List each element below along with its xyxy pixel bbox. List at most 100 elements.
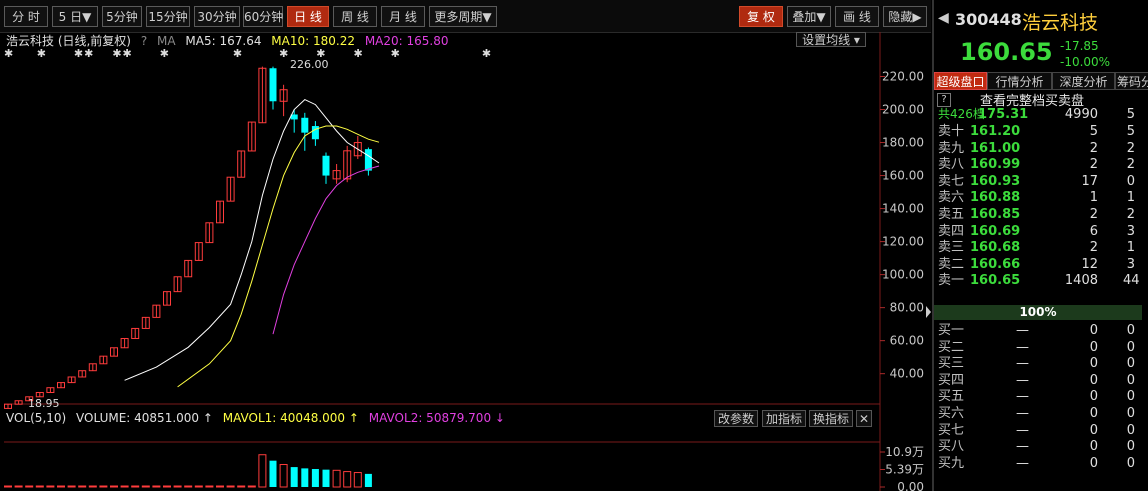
volume-bar xyxy=(216,485,224,488)
ask-row[interactable]: 卖五 160.85 2 2 xyxy=(938,206,1143,223)
volume-bar xyxy=(57,485,65,488)
bid-row[interactable]: 买九 — 0 0 xyxy=(938,455,1143,472)
period-button-1[interactable]: 5 日▼ xyxy=(52,6,98,27)
star-markers: ✱ ✱ ✱✱ ✱✱ ✱ ✱ ✱ ✱ ✱ ✱ ✱ xyxy=(4,47,493,60)
bid-price: — xyxy=(1016,339,1029,355)
ask-vol: 2 xyxy=(1089,240,1098,256)
add-indicator-button[interactable]: 加指标 xyxy=(762,410,806,427)
mavol1-value: MAVOL1: 40048.000 ↑ xyxy=(222,411,359,425)
ma-line-ma20 xyxy=(272,165,380,335)
ask-row[interactable]: 卖八 160.99 2 2 xyxy=(938,156,1143,173)
bid-row[interactable]: 买七 — 0 0 xyxy=(938,422,1143,439)
bid-row[interactable]: 买一 — 0 0 xyxy=(938,322,1143,339)
total-ext: 5 xyxy=(1126,107,1135,122)
ask-price: 160.93 xyxy=(970,173,1021,189)
ask-vol: 6 xyxy=(1089,223,1098,239)
ask-row[interactable]: 卖六 160.88 1 1 xyxy=(938,189,1143,206)
bid-row[interactable]: 买五 — 0 0 xyxy=(938,388,1143,405)
bid-row[interactable]: 买二 — 0 0 xyxy=(938,339,1143,356)
candle-body xyxy=(364,149,372,171)
ma-line-ma10 xyxy=(177,125,380,388)
candle-body xyxy=(269,68,277,102)
bid-label: 买一 xyxy=(938,323,965,338)
tool-button-0[interactable]: 复 权 xyxy=(739,6,783,27)
ask-ext: 0 xyxy=(1126,173,1135,189)
y-tick-label: 140.00 xyxy=(882,202,924,216)
set-ma-button[interactable]: 设置均线 ▾ xyxy=(796,32,866,47)
volume-bar xyxy=(78,485,87,488)
period-button-8[interactable]: 月 线 xyxy=(381,6,425,27)
bid-ext: 0 xyxy=(1126,323,1135,338)
period-button-5[interactable]: 60分钟 xyxy=(243,6,283,27)
ask-ext: 2 xyxy=(1126,140,1135,156)
volume-bar xyxy=(247,485,256,488)
vol-tick-label: 10.9万 xyxy=(885,445,924,459)
period-button-6[interactable]: 日 线 xyxy=(287,6,329,27)
bid-vol: 0 xyxy=(1089,439,1098,455)
ask-label: 卖七 xyxy=(938,173,965,189)
quote-tab-0[interactable]: 超级盘口 xyxy=(934,72,987,90)
volume-bar xyxy=(131,485,140,488)
bid-row[interactable]: 买六 — 0 0 xyxy=(938,405,1143,422)
y-tick-label: 60.00 xyxy=(890,334,924,348)
ma-label: MA xyxy=(157,34,176,48)
change-pct: -10.00% xyxy=(1060,55,1111,69)
ask-row[interactable]: 卖三 160.68 2 1 xyxy=(938,239,1143,256)
volume-bar xyxy=(88,485,97,488)
switch-indicator-button[interactable]: 换指标 xyxy=(809,410,853,427)
help-icon[interactable]: ? xyxy=(141,34,147,48)
volume-bar xyxy=(332,469,341,488)
close-indicator-icon[interactable]: ✕ xyxy=(856,410,872,427)
volume-legend: VOL(5,10) VOLUME: 40851.000 ↑ MAVOL1: 40… xyxy=(6,411,511,427)
volume-bar xyxy=(364,473,372,487)
period-button-2[interactable]: 5分钟 xyxy=(102,6,142,27)
ask-label: 卖二 xyxy=(938,256,965,272)
volume-bar xyxy=(35,485,44,488)
volume-bar xyxy=(322,469,330,487)
ask-row[interactable]: 卖二 160.66 12 3 xyxy=(938,256,1143,273)
ask-row[interactable]: 卖四 160.69 6 3 xyxy=(938,223,1143,240)
bid-label: 买三 xyxy=(938,356,965,372)
high-label: 226.00 xyxy=(290,58,329,71)
ask-label: 卖八 xyxy=(938,157,965,173)
volume-bar xyxy=(4,485,12,488)
quote-tabs: 超级盘口行情分析深度分析筹码分 xyxy=(934,72,1148,90)
ask-label: 卖四 xyxy=(938,223,965,239)
prev-stock-icon[interactable]: ◀ xyxy=(938,10,949,26)
stock-name: 浩云科技 xyxy=(1022,12,1099,34)
ask-row[interactable]: 卖十 161.20 5 5 xyxy=(938,123,1143,140)
bid-label: 买二 xyxy=(938,339,965,355)
bid-price: — xyxy=(1016,406,1029,421)
quote-tab-3[interactable]: 筹码分 xyxy=(1115,72,1148,90)
ask-label: 卖九 xyxy=(938,140,965,156)
tool-button-3[interactable]: 隐藏▶ xyxy=(883,6,927,27)
ask-label: 卖十 xyxy=(938,124,965,139)
bid-ext: 0 xyxy=(1126,356,1135,372)
period-button-0[interactable]: 分 时 xyxy=(4,6,48,27)
period-button-7[interactable]: 周 线 xyxy=(333,6,377,27)
tool-button-1[interactable]: 叠加▼ xyxy=(787,6,831,27)
book-help-icon[interactable]: ? xyxy=(937,93,951,107)
period-button-3[interactable]: 15分钟 xyxy=(146,6,190,27)
mavol2-value: MAVOL2: 50879.700 ↓ xyxy=(368,411,505,425)
ask-row[interactable]: 卖七 160.93 17 0 xyxy=(938,173,1143,190)
ask-row[interactable]: 卖一 160.65 1408 44 xyxy=(938,272,1143,289)
bid-vol: 0 xyxy=(1089,389,1098,405)
tool-button-2[interactable]: 画 线 xyxy=(835,6,879,27)
bid-vol: 0 xyxy=(1089,372,1098,388)
quote-tab-2[interactable]: 深度分析 xyxy=(1052,72,1115,90)
volume-bar xyxy=(99,485,108,488)
bid-price: — xyxy=(1016,439,1029,455)
bid-label: 买四 xyxy=(938,372,965,388)
period-button-9[interactable]: 更多周期▼ xyxy=(429,6,497,27)
bid-row[interactable]: 买四 — 0 0 xyxy=(938,372,1143,389)
period-button-4[interactable]: 30分钟 xyxy=(194,6,240,27)
ask-row[interactable]: 卖九 161.00 2 2 xyxy=(938,140,1143,157)
edit-params-button[interactable]: 改参数 xyxy=(714,410,758,427)
bid-ext: 0 xyxy=(1126,439,1135,455)
volume-bar xyxy=(269,460,277,487)
bid-row[interactable]: 买三 — 0 0 xyxy=(938,355,1143,372)
bid-row[interactable]: 买八 — 0 0 xyxy=(938,438,1143,455)
quote-tab-1[interactable]: 行情分析 xyxy=(987,72,1052,90)
low-label: 18.95 xyxy=(28,397,60,410)
